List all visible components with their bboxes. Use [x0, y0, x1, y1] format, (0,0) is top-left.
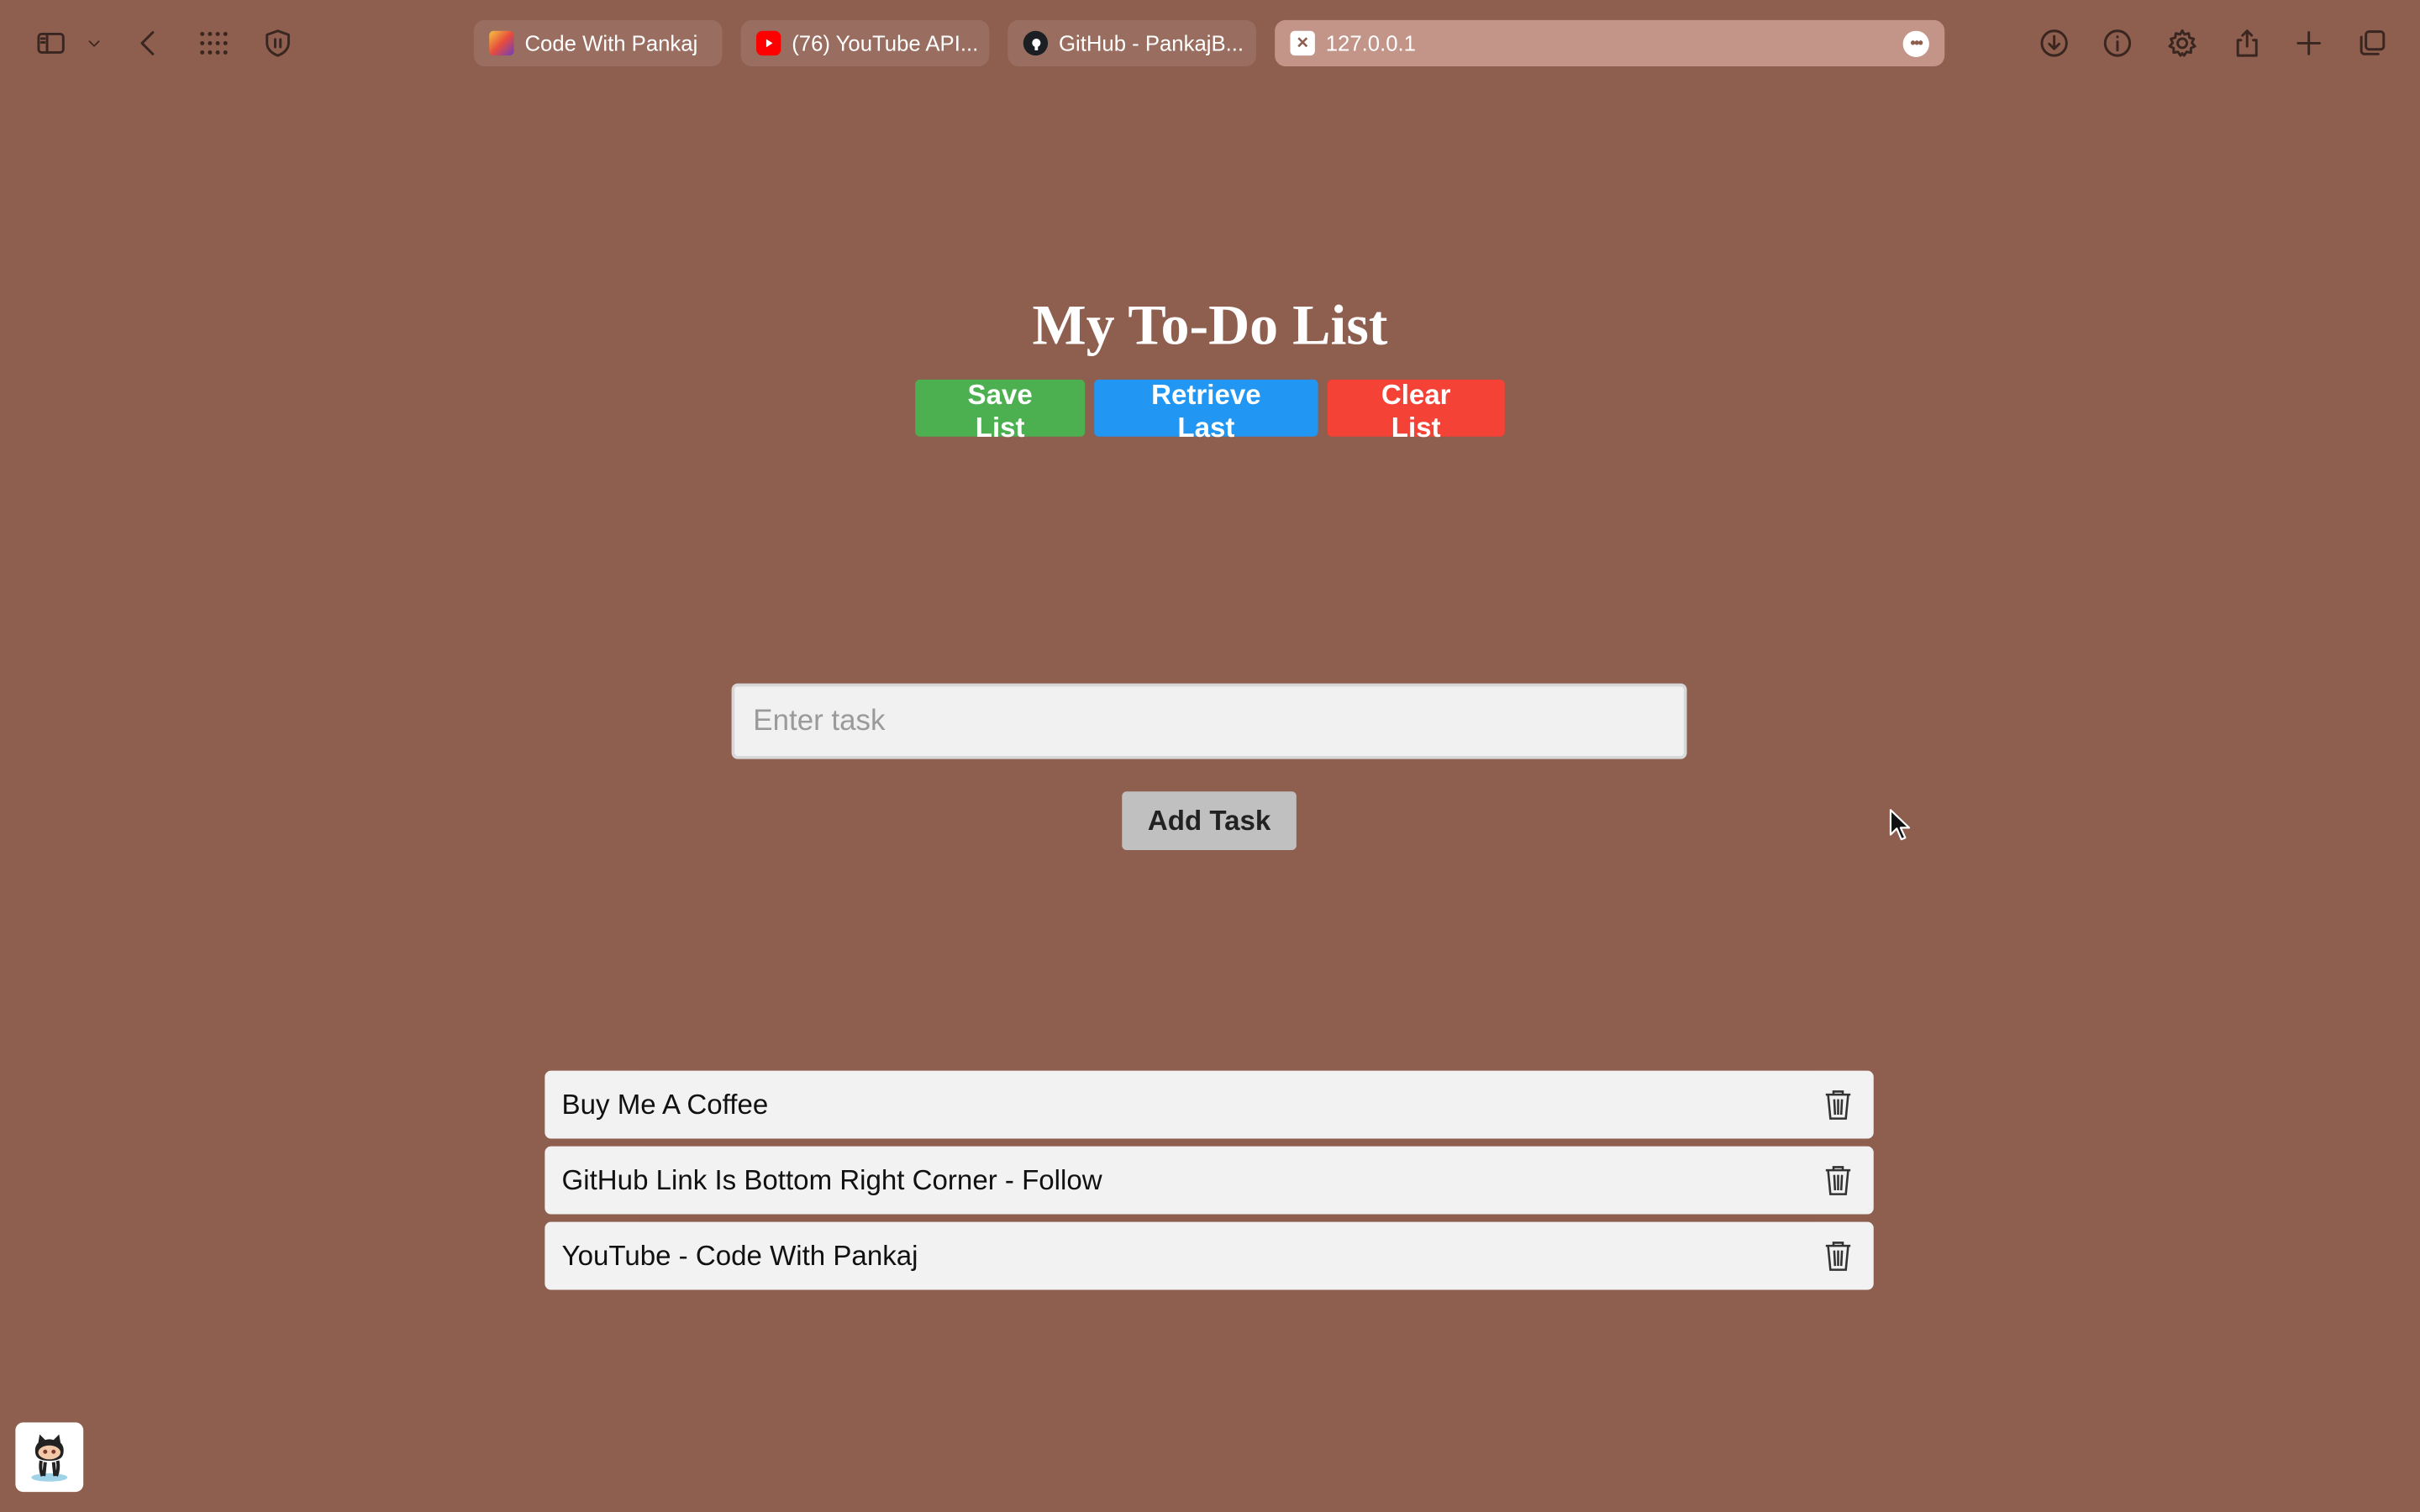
mouse-cursor-icon: [1889, 809, 1911, 841]
task-item: YouTube - Code With Pankaj: [544, 1221, 1874, 1290]
trash-icon[interactable]: [1821, 1086, 1854, 1123]
address-text: 127.0.0.1: [1325, 30, 1416, 56]
grid-icon[interactable]: [192, 22, 234, 65]
task-text: Buy Me A Coffee: [561, 1088, 769, 1120]
back-icon[interactable]: [127, 22, 170, 65]
task-text: YouTube - Code With Pankaj: [561, 1239, 918, 1271]
github-corner-link[interactable]: [15, 1422, 84, 1493]
youtube-favicon: [755, 30, 781, 56]
gear-icon[interactable]: [2160, 22, 2203, 65]
more-options-icon[interactable]: •••: [1902, 30, 1929, 57]
tabs-overview-icon[interactable]: [2350, 22, 2393, 65]
add-task-button[interactable]: Add Task: [1122, 791, 1297, 851]
trash-icon[interactable]: [1821, 1237, 1854, 1274]
shield-icon[interactable]: [256, 22, 299, 65]
task-text: GitHub Link Is Bottom Right Corner - Fol…: [561, 1163, 1102, 1195]
task-item: Buy Me A Coffee: [544, 1070, 1874, 1139]
retrieve-last-button[interactable]: Retrieve Last: [1094, 379, 1318, 443]
list-actions: Save List Retrieve Last Clear List: [0, 379, 2420, 443]
tab-github[interactable]: GitHub - PankajB...: [1007, 19, 1257, 66]
tab-label: Code With Pankaj: [524, 30, 698, 56]
address-bar[interactable]: ✕ 127.0.0.1 •••: [1275, 19, 1945, 66]
download-icon[interactable]: [2033, 22, 2075, 65]
save-list-button[interactable]: Save List: [915, 379, 1086, 443]
code-with-pankaj-favicon: [489, 30, 514, 56]
tab-youtube[interactable]: (76) YouTube API...: [740, 19, 990, 66]
plus-icon[interactable]: [2287, 22, 2330, 65]
tab-label: GitHub - PankajB...: [1058, 30, 1244, 56]
trash-icon[interactable]: [1821, 1162, 1854, 1199]
tab-label: (76) YouTube API...: [792, 30, 979, 56]
github-favicon: [1023, 30, 1049, 56]
task-list: Buy Me A Coffee GitHub Link Is Bottom Ri…: [544, 1070, 1874, 1298]
browser-toolbar: Code With Pankaj (76) YouTube API... Git…: [0, 0, 2420, 87]
tab-code-with-pankaj[interactable]: Code With Pankaj: [473, 19, 723, 66]
info-icon[interactable]: [2096, 22, 2139, 65]
share-icon[interactable]: [2226, 22, 2269, 65]
octocat-icon: [31, 1433, 68, 1481]
task-item: GitHub Link Is Bottom Right Corner - Fol…: [544, 1146, 1874, 1215]
page-favicon: ✕: [1290, 30, 1315, 56]
page-title: My To-Do List: [1032, 294, 1388, 359]
task-input[interactable]: [731, 683, 1687, 759]
clear-list-button[interactable]: Clear List: [1327, 379, 1505, 443]
sidebar-icon[interactable]: [29, 22, 72, 65]
chevron-down-icon[interactable]: [77, 22, 111, 65]
